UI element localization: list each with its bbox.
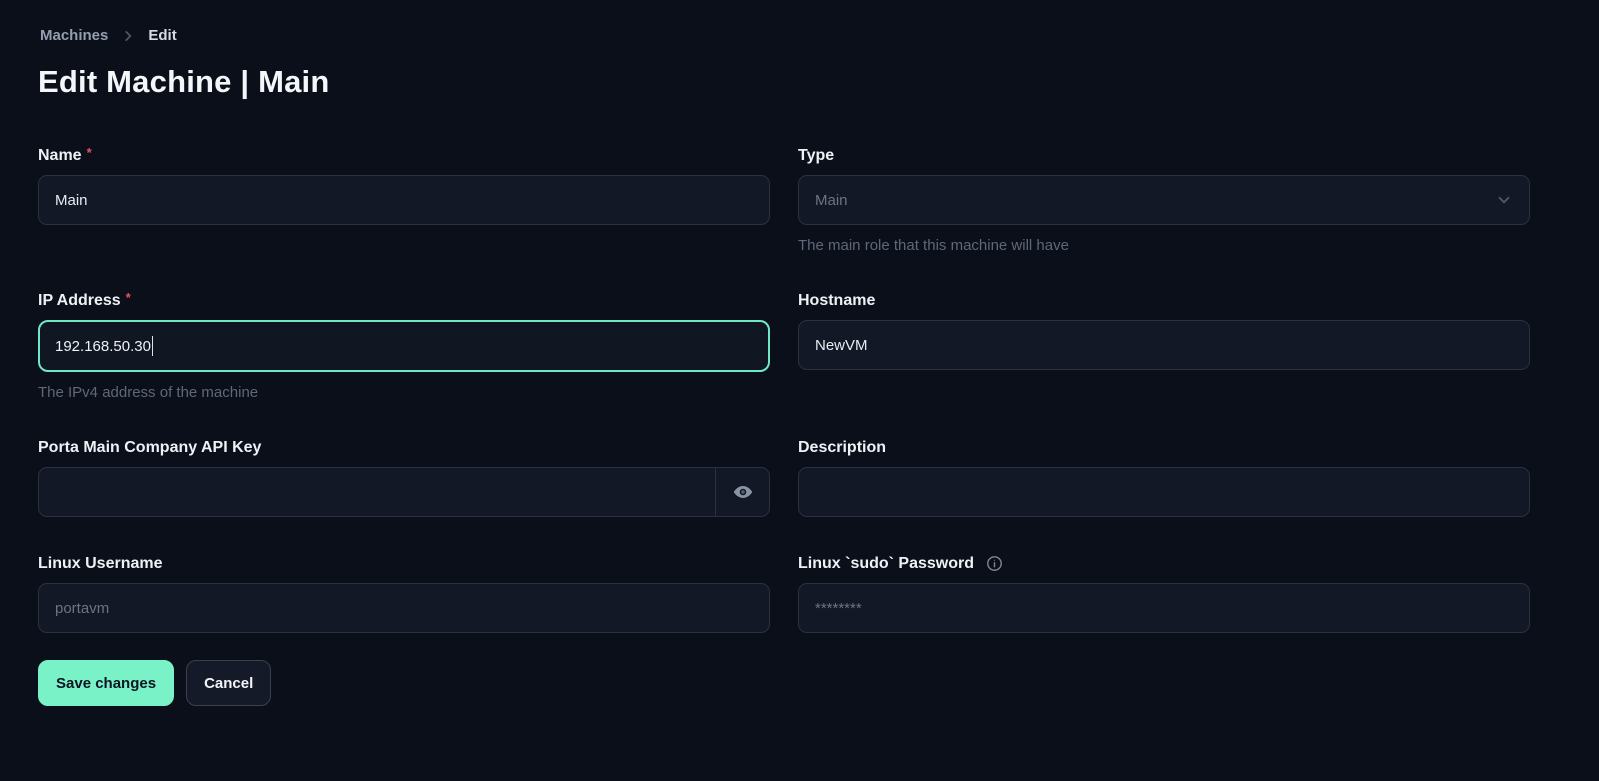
- breadcrumb-edit-current: Edit: [148, 27, 176, 44]
- api-key-field-group: Porta Main Company API Key: [38, 439, 770, 517]
- name-input[interactable]: [38, 175, 770, 225]
- info-circle-icon[interactable]: [986, 555, 1003, 572]
- ip-address-input[interactable]: 192.168.50.30: [38, 320, 770, 372]
- sudo-password-label: Linux `sudo` Password: [798, 555, 1530, 573]
- edit-machine-page: Machines Edit Edit Machine | Main Name* …: [0, 0, 1599, 781]
- description-label: Description: [798, 439, 1530, 457]
- breadcrumb-machines-link[interactable]: Machines: [40, 27, 108, 44]
- required-asterisk: *: [126, 292, 131, 303]
- ip-address-helper-text: The IPv4 address of the machine: [38, 384, 770, 401]
- page-title: Edit Machine | Main: [38, 64, 1530, 100]
- ip-address-value: 192.168.50.30: [55, 338, 151, 355]
- description-field-group: Description: [798, 439, 1530, 517]
- api-key-input-group: [38, 467, 770, 517]
- sudo-password-input[interactable]: [798, 583, 1530, 633]
- cancel-button[interactable]: Cancel: [186, 660, 271, 706]
- hostname-field-group: Hostname: [798, 292, 1530, 401]
- hostname-input[interactable]: [798, 320, 1530, 370]
- chevron-right-icon: [121, 29, 135, 43]
- api-key-input[interactable]: [39, 468, 715, 516]
- reveal-api-key-button[interactable]: [715, 468, 769, 516]
- save-changes-button[interactable]: Save changes: [38, 660, 174, 706]
- ip-address-label: IP Address*: [38, 292, 770, 310]
- name-field-group: Name*: [38, 147, 770, 254]
- type-select[interactable]: Main: [798, 175, 1530, 225]
- type-helper-text: The main role that this machine will hav…: [798, 237, 1530, 254]
- description-input[interactable]: [798, 467, 1530, 517]
- breadcrumb: Machines Edit: [40, 27, 1530, 44]
- eye-icon: [732, 481, 754, 503]
- ip-address-field-group: IP Address* 192.168.50.30 The IPv4 addre…: [38, 292, 770, 401]
- name-label: Name*: [38, 147, 770, 165]
- api-key-label: Porta Main Company API Key: [38, 439, 770, 457]
- form-actions: Save changes Cancel: [38, 660, 1530, 706]
- chevron-down-icon: [1495, 191, 1513, 209]
- sudo-password-field-group: Linux `sudo` Password: [798, 555, 1530, 633]
- required-asterisk: *: [87, 147, 92, 158]
- type-field-group: Type Main The main role that this machin…: [798, 147, 1530, 254]
- edit-machine-form: Name* Type Main The main role that this …: [38, 147, 1530, 633]
- type-select-value: Main: [815, 192, 848, 209]
- text-caret: [152, 336, 154, 356]
- type-label: Type: [798, 147, 1530, 165]
- linux-username-input[interactable]: [38, 583, 770, 633]
- linux-username-field-group: Linux Username: [38, 555, 770, 633]
- linux-username-label: Linux Username: [38, 555, 770, 573]
- hostname-label: Hostname: [798, 292, 1530, 310]
